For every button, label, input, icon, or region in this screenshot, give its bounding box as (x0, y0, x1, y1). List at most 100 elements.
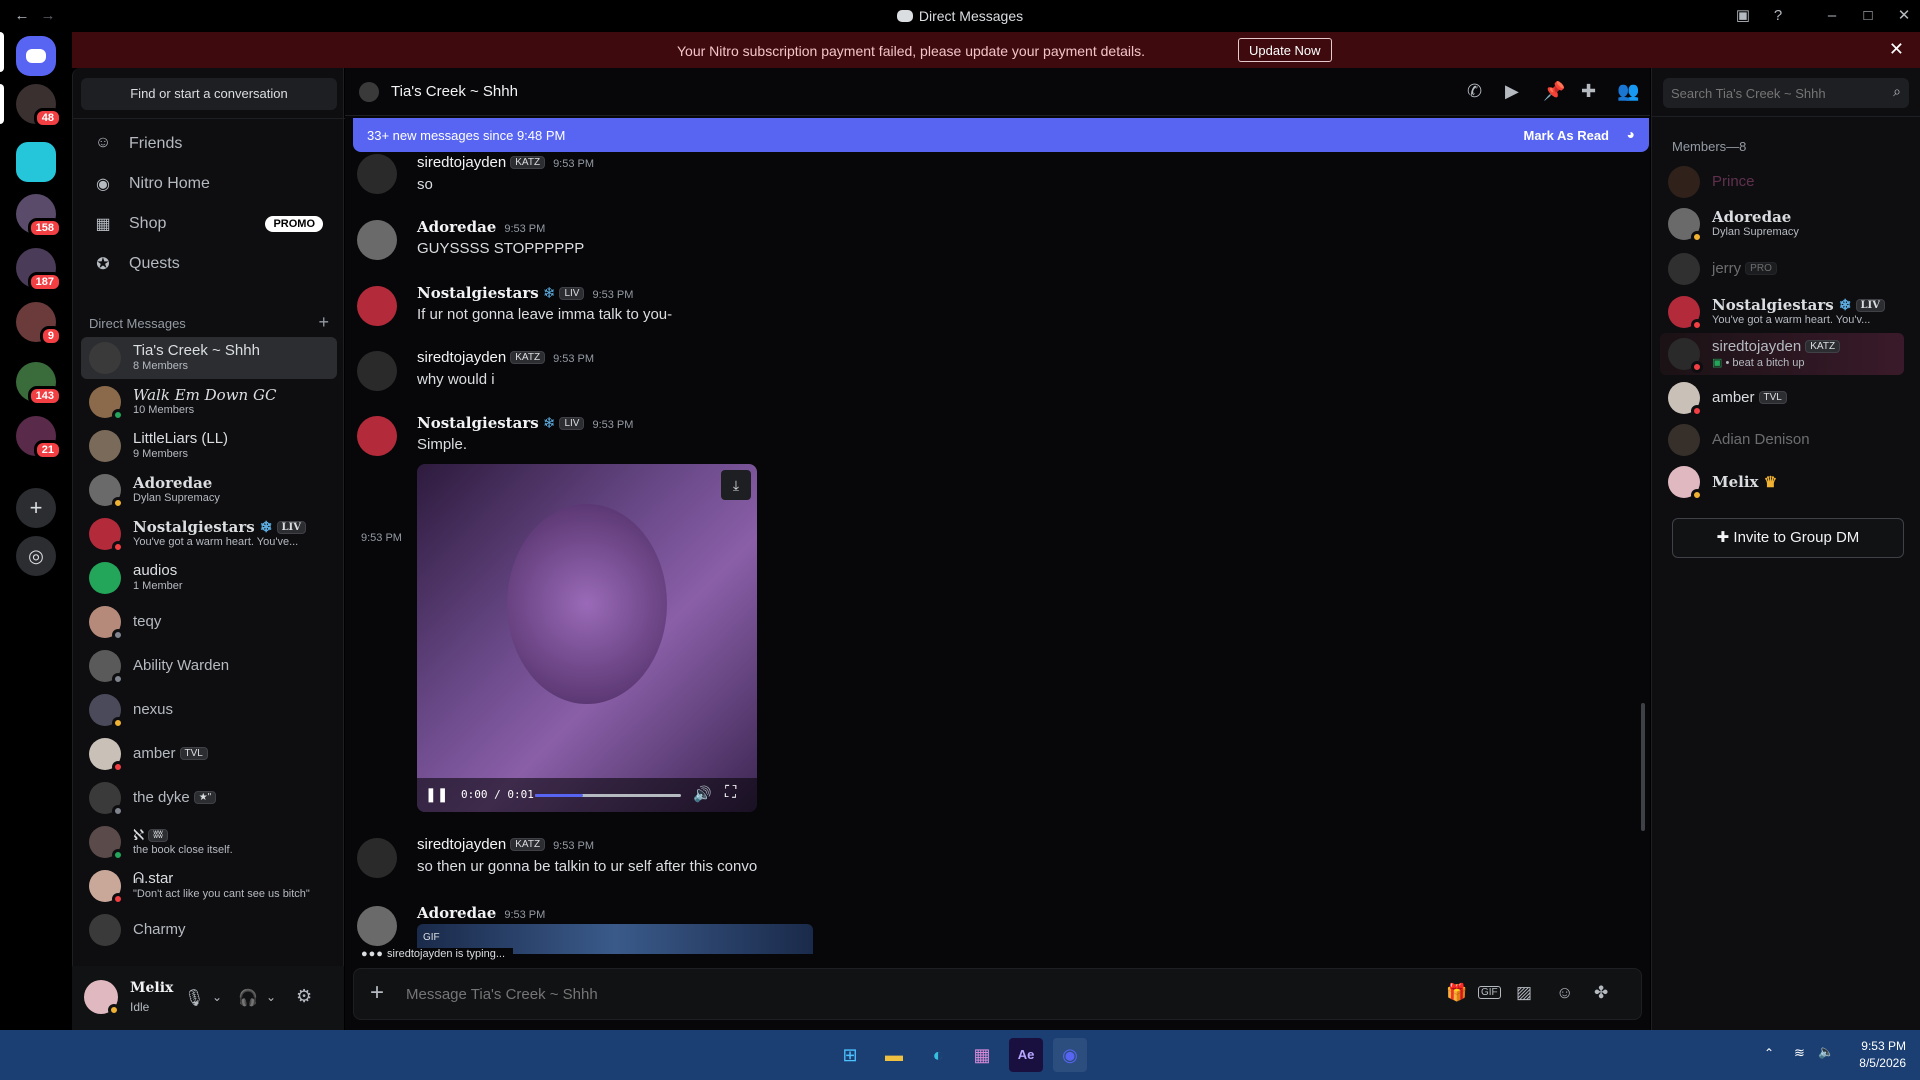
nav-shop[interactable]: ▦ Shop PROMO (81, 206, 337, 242)
server-icon[interactable] (16, 142, 56, 182)
inbox-icon[interactable]: ▣ (1733, 6, 1753, 26)
home-button[interactable] (16, 36, 56, 76)
author-name[interactable]: Adoredae (417, 904, 496, 922)
minimize-icon[interactable]: – (1822, 6, 1842, 26)
member-item[interactable]: Adoredae Dylan Supremacy (1660, 203, 1904, 245)
chevron-down-icon[interactable]: ⌄ (266, 990, 276, 1004)
author-name[interactable]: siredtojayden (417, 154, 506, 171)
dm-item[interactable]: ᕱ.star "Don't act like you cant see us bi… (81, 865, 337, 907)
new-messages-bar[interactable]: 33+ new messages since 9:48 PM Mark As R… (353, 118, 1649, 152)
member-item[interactable]: Prince (1660, 161, 1904, 203)
server-folder-icon[interactable]: 9 (16, 302, 62, 346)
start-menu-icon[interactable]: ⊞ (833, 1038, 867, 1072)
dm-item[interactable]: Tia's Creek ~ Shhh 8 Members (81, 337, 337, 379)
voice-call-icon[interactable]: ✆ (1467, 81, 1482, 102)
add-server-button[interactable]: + (16, 488, 56, 528)
update-now-button[interactable]: Update Now (1238, 38, 1332, 62)
seek-bar[interactable] (535, 794, 681, 797)
avatar[interactable] (357, 286, 397, 326)
mark-as-read-button[interactable]: Mark As Read (1524, 128, 1610, 143)
chevron-up-icon[interactable]: ⌃ (1764, 1046, 1774, 1060)
search-icon[interactable]: ⌕ (1893, 83, 1901, 100)
member-item[interactable]: Melix ♛ (1660, 461, 1904, 503)
search-input[interactable] (1671, 82, 1871, 104)
avatar[interactable] (357, 154, 397, 194)
server-folder-icon[interactable]: 21 (16, 416, 62, 460)
message-input[interactable] (406, 982, 1206, 1006)
dm-item[interactable]: Ability Warden (81, 645, 337, 687)
video-player[interactable]: ⤓ ❚❚ 0:00 / 0:01 🔊 ⛶ (417, 464, 757, 812)
file-explorer-icon[interactable]: ▬ (877, 1038, 911, 1072)
apps-icon[interactable]: ✤ (1594, 983, 1608, 1003)
dm-item[interactable]: the dyke ★" (81, 777, 337, 819)
gif-icon[interactable]: GIF (1478, 986, 1501, 999)
close-icon[interactable]: ✕ (1889, 39, 1904, 60)
volume-icon[interactable]: 🔊 (693, 785, 712, 803)
maximize-icon[interactable]: □ (1858, 6, 1878, 26)
avatar[interactable] (357, 351, 397, 391)
author-name[interactable]: siredtojayden (417, 349, 506, 366)
create-dm-icon[interactable]: + (318, 312, 329, 333)
clock-date[interactable]: 8/5/2026 (1850, 1056, 1906, 1070)
member-item[interactable]: siredtojayden KATZ ▣ • beat a bitch up (1660, 333, 1904, 375)
help-icon[interactable]: ? (1768, 6, 1788, 26)
close-window-icon[interactable]: ✕ (1894, 6, 1914, 26)
dm-item[interactable]: Nostalgiestars ❄ LIV You've got a warm hea… (81, 513, 337, 555)
dm-item[interactable]: LittleLiars (LL) 9 Members (81, 425, 337, 467)
fullscreen-icon[interactable]: ⛶ (725, 784, 736, 802)
dm-item[interactable]: Adoredae Dylan Supremacy (81, 469, 337, 511)
server-folder-icon[interactable]: 187 (16, 248, 62, 292)
member-item[interactable]: amber TVL (1660, 377, 1904, 419)
avatar[interactable] (357, 416, 397, 456)
pinned-messages-icon[interactable]: 📌 (1543, 81, 1565, 102)
wifi-icon[interactable]: ≋ (1794, 1045, 1805, 1061)
member-item[interactable]: Nostalgiestars ❄ LIV You've got a warm hea… (1660, 291, 1904, 333)
dm-item[interactable]: audios 1 Member (81, 557, 337, 599)
server-folder-icon[interactable]: 158 (16, 194, 62, 238)
attach-plus-icon[interactable]: + (370, 979, 384, 1007)
pause-icon[interactable]: ❚❚ (425, 786, 448, 803)
mic-icon[interactable]: 🎙 (184, 988, 204, 1008)
chevron-down-icon[interactable]: ⌄ (212, 990, 222, 1004)
video-call-icon[interactable]: ▶ (1505, 81, 1519, 102)
nav-quests[interactable]: ✪ Quests (81, 246, 337, 282)
discord-taskbar-icon[interactable]: ◉ (1053, 1038, 1087, 1072)
emoji-icon[interactable]: ☺ (1556, 983, 1573, 1003)
member-item[interactable]: Adian Denison (1660, 419, 1904, 461)
member-list-icon[interactable]: 👥 (1617, 81, 1639, 102)
headphones-icon[interactable]: 🎧 (238, 988, 258, 1008)
app-icon[interactable]: ▦ (965, 1038, 999, 1072)
settings-gear-icon[interactable]: ⚙ (296, 986, 312, 1007)
after-effects-icon[interactable]: Ae (1009, 1038, 1043, 1072)
dm-item[interactable]: nexus (81, 689, 337, 731)
author-name[interactable]: Nostalgiestars (417, 414, 539, 432)
avatar[interactable] (357, 838, 397, 878)
author-name[interactable]: siredtojayden (417, 836, 506, 853)
dm-item[interactable]: Charmy (81, 909, 337, 951)
dm-item[interactable]: Walk Em Down GC 10 Members (81, 381, 337, 423)
dm-item[interactable]: teqy (81, 601, 337, 643)
find-conversation-button[interactable]: Find or start a conversation (81, 78, 337, 110)
member-item[interactable]: jerry PRO (1660, 248, 1904, 290)
discover-button[interactable]: ◎ (16, 536, 56, 576)
scrollbar[interactable] (1641, 703, 1645, 831)
sticker-icon[interactable]: ▨ (1516, 983, 1532, 1003)
edge-browser-icon[interactable]: ◐ (921, 1038, 955, 1072)
mark-read-icon[interactable]: ◕ (1627, 126, 1635, 142)
nav-nitro-home[interactable]: ◉ Nitro Home (81, 166, 337, 202)
invite-to-group-button[interactable]: ✚ Invite to Group DM (1672, 518, 1904, 558)
nav-friends[interactable]: ☺ Friends (81, 126, 337, 162)
dm-item[interactable]: amber TVL (81, 733, 337, 775)
author-name[interactable]: Nostalgiestars (417, 284, 539, 302)
download-icon[interactable]: ⤓ (721, 470, 751, 500)
dm-item[interactable]: ℵ ʬʬ the book close itself. (81, 821, 337, 863)
author-name[interactable]: Adoredae (417, 218, 496, 236)
speaker-icon[interactable]: 🔈 (1818, 1044, 1834, 1060)
add-friends-icon[interactable]: ✚ (1581, 81, 1596, 102)
avatar[interactable] (357, 906, 397, 946)
server-icon[interactable]: 48 (16, 84, 62, 128)
avatar[interactable] (357, 220, 397, 260)
clock-time[interactable]: 9:53 PM (1850, 1039, 1906, 1053)
server-folder-icon[interactable]: 143 (16, 362, 62, 406)
gift-icon[interactable]: 🎁 (1446, 983, 1467, 1003)
